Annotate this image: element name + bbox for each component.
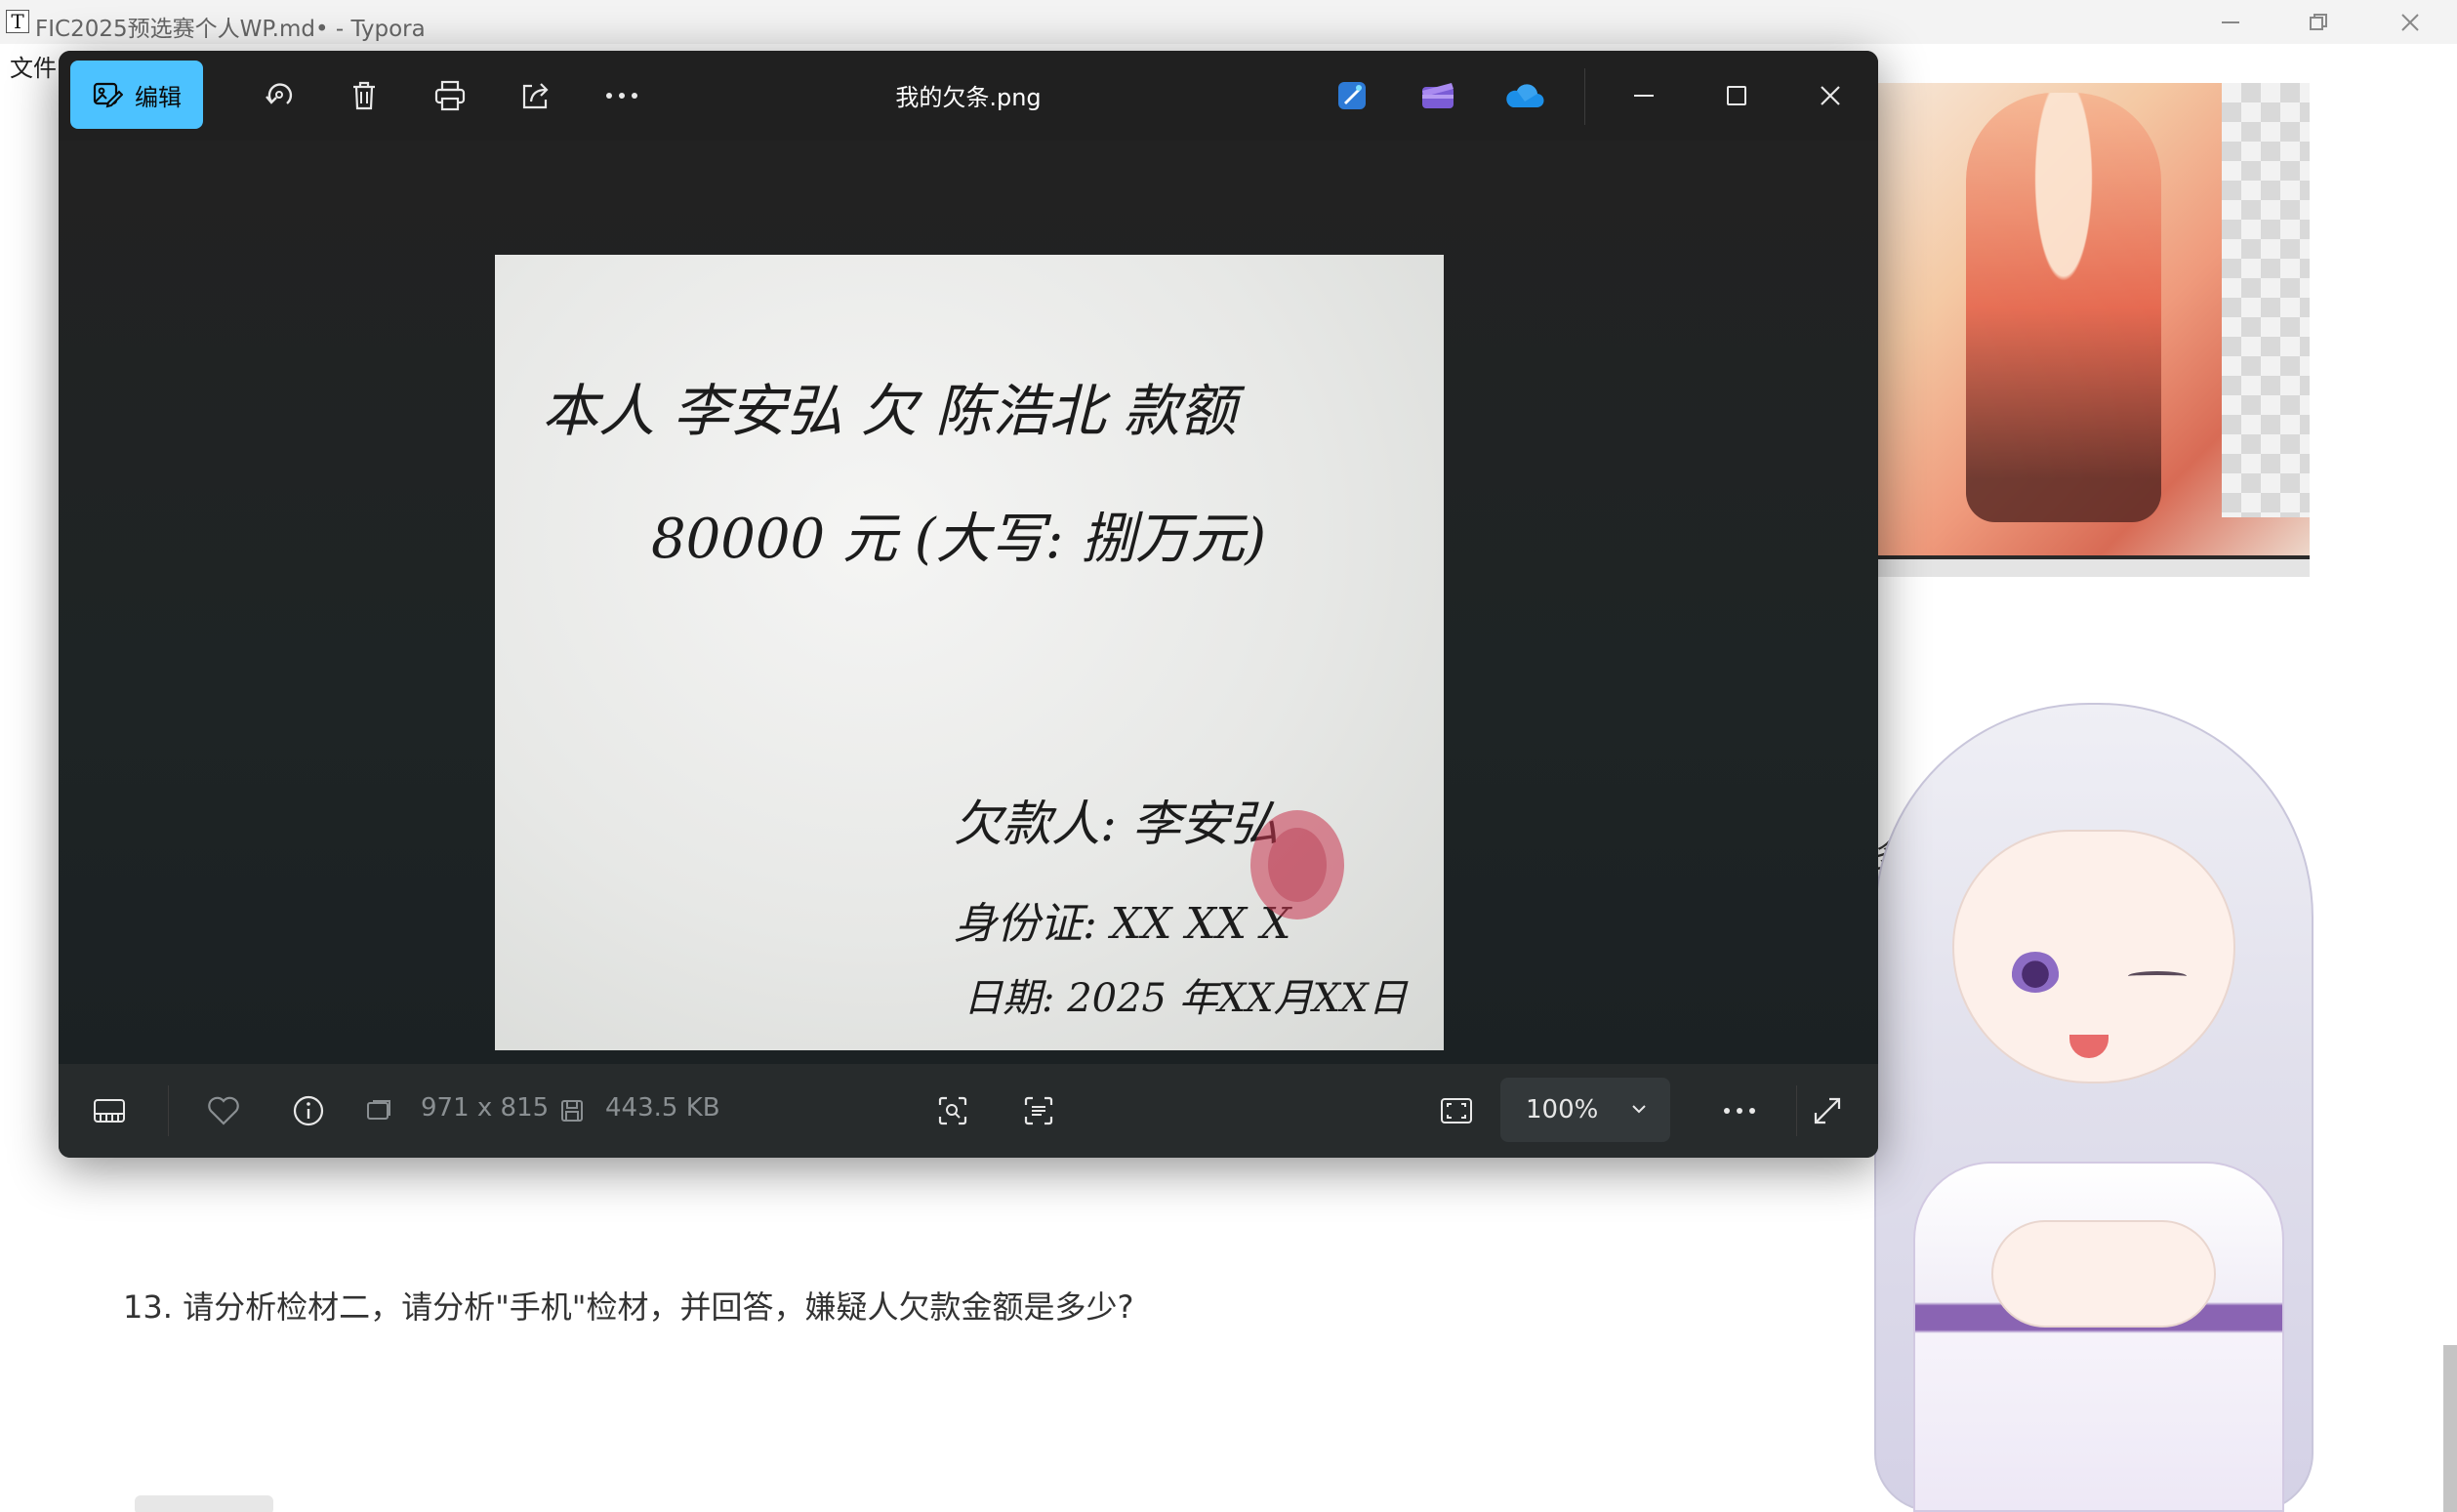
fullscreen-icon <box>1814 1097 1841 1124</box>
viewer-file-name: 我的欠条.png <box>895 84 1042 111</box>
designer-button[interactable] <box>1325 68 1379 123</box>
transparency-checker <box>2222 83 2310 517</box>
share-icon <box>522 83 549 109</box>
minimize-icon <box>2222 20 2239 23</box>
favorite-icon <box>208 1096 239 1125</box>
restore-button[interactable] <box>2274 0 2362 44</box>
chevron-down-icon <box>1632 1105 1646 1114</box>
favorite-button[interactable] <box>196 1083 251 1138</box>
text-scan-icon <box>1024 1096 1053 1125</box>
image-stage[interactable]: 本人 李安弘 欠 陈浩北 款额 80000 元 (大写: 捌万元) 欠款人: 李… <box>59 141 1878 1064</box>
onedrive-button[interactable] <box>1496 68 1551 123</box>
mascot-eye <box>2011 952 2060 993</box>
info-icon <box>293 1095 324 1126</box>
note-line-1: 本人 李安弘 欠 陈浩北 款额 <box>542 378 1246 444</box>
filesize-icon-wrap <box>553 1083 592 1138</box>
photos-viewer-window: 编辑 我的欠条.png 本人 李安弘 欠 陈浩北 款额 80000 元 (大写:… <box>59 51 1878 1158</box>
bottom-more-button[interactable] <box>1712 1083 1767 1138</box>
bottom-separator-right <box>1796 1085 1797 1136</box>
typora-logo: T <box>6 10 29 33</box>
minimize-icon <box>1634 95 1654 97</box>
menu-file[interactable]: 文件 <box>10 49 57 83</box>
dimensions-icon-wrap <box>359 1083 398 1138</box>
more-button[interactable] <box>594 68 649 123</box>
clipchamp-button[interactable] <box>1411 68 1465 123</box>
mascot-image <box>1806 703 2382 1512</box>
visual-search-button[interactable] <box>925 1083 980 1138</box>
note-line-2: 80000 元 (大写: 捌万元) <box>651 508 1266 571</box>
edit-button[interactable]: 编辑 <box>70 61 203 129</box>
mascot-hands <box>1991 1220 2216 1328</box>
viewer-maximize-button[interactable] <box>1709 68 1764 123</box>
image-size-icon <box>367 1100 390 1120</box>
viewer-bottom-bar: 971 x 815 443.5 KB 100% <box>59 1064 1878 1158</box>
viewer-minimize-button[interactable] <box>1617 68 1671 123</box>
fingerprint-core <box>1268 828 1327 902</box>
visual-search-icon <box>938 1096 967 1125</box>
zoom-level: 100% <box>1526 1095 1599 1124</box>
zoom-dropdown[interactable]: 100% <box>1500 1078 1670 1142</box>
viewer-toolbar: 编辑 我的欠条.png <box>59 51 1878 141</box>
status-tag[interactable] <box>135 1495 273 1512</box>
file-size: 443.5 KB <box>605 1093 720 1123</box>
more-icon <box>1724 1108 1755 1114</box>
edit-label: 编辑 <box>135 83 182 111</box>
info-button[interactable] <box>281 1083 336 1138</box>
print-icon <box>434 80 466 111</box>
document-image-anime <box>1878 83 2310 577</box>
clipchamp-icon <box>1422 83 1454 108</box>
delete-icon <box>353 81 375 110</box>
more-icon <box>606 93 637 99</box>
onedrive-icon <box>1506 84 1544 108</box>
minimize-button[interactable] <box>2187 0 2274 44</box>
note-id: 身份证: XX XX X <box>954 899 1292 949</box>
rotate-icon <box>266 83 293 104</box>
mascot-wink <box>2128 971 2187 981</box>
iou-photo[interactable]: 本人 李安弘 欠 陈浩北 款额 80000 元 (大写: 捌万元) 欠款人: 李… <box>495 255 1444 1050</box>
maximize-icon <box>1727 86 1746 105</box>
mascot-dress <box>1913 1162 2284 1512</box>
question-text: 13. 请分析检材二，请分析"手机"检材，并回答，嫌疑人欠款金额是多少? <box>123 1288 1134 1326</box>
save-disk-icon <box>561 1100 583 1122</box>
document-scrollbar[interactable] <box>2443 1345 2457 1512</box>
typora-titlebar: T FIC2025预选赛个人WP.md• - Typora <box>0 0 2457 44</box>
close-icon <box>2401 13 2419 31</box>
restore-icon <box>2310 13 2327 30</box>
share-button[interactable] <box>509 68 563 123</box>
close-button[interactable] <box>2366 0 2454 44</box>
note-debtor: 欠款人: 李安弘 <box>954 796 1279 852</box>
rotate-button[interactable] <box>252 68 307 123</box>
filmstrip-icon <box>94 1099 125 1123</box>
fit-window-button[interactable] <box>1429 1083 1484 1138</box>
image-scrollbar <box>1878 555 2310 577</box>
viewer-close-button[interactable] <box>1803 68 1858 123</box>
note-date: 日期: 2025 年XX月XX日 <box>963 976 1409 1021</box>
filmstrip-button[interactable] <box>82 1083 137 1138</box>
designer-icon <box>1338 82 1366 109</box>
window-title: FIC2025预选赛个人WP.md• - Typora <box>35 17 426 42</box>
toolbar-separator <box>1584 68 1585 125</box>
edit-image-icon <box>93 82 123 108</box>
fullscreen-button[interactable] <box>1800 1083 1855 1138</box>
delete-button[interactable] <box>337 68 391 123</box>
image-dimensions: 971 x 815 <box>421 1093 550 1123</box>
handwritten-note: 本人 李安弘 欠 陈浩北 款额 80000 元 (大写: 捌万元) 欠款人: 李… <box>542 378 1409 1021</box>
bottom-separator <box>168 1085 169 1136</box>
typora-status-bar <box>0 1493 2457 1512</box>
print-button[interactable] <box>423 68 477 123</box>
anime-character <box>1966 93 2161 522</box>
text-scan-button[interactable] <box>1011 1083 1066 1138</box>
fit-window-icon <box>1441 1098 1472 1124</box>
close-icon <box>1821 86 1840 105</box>
